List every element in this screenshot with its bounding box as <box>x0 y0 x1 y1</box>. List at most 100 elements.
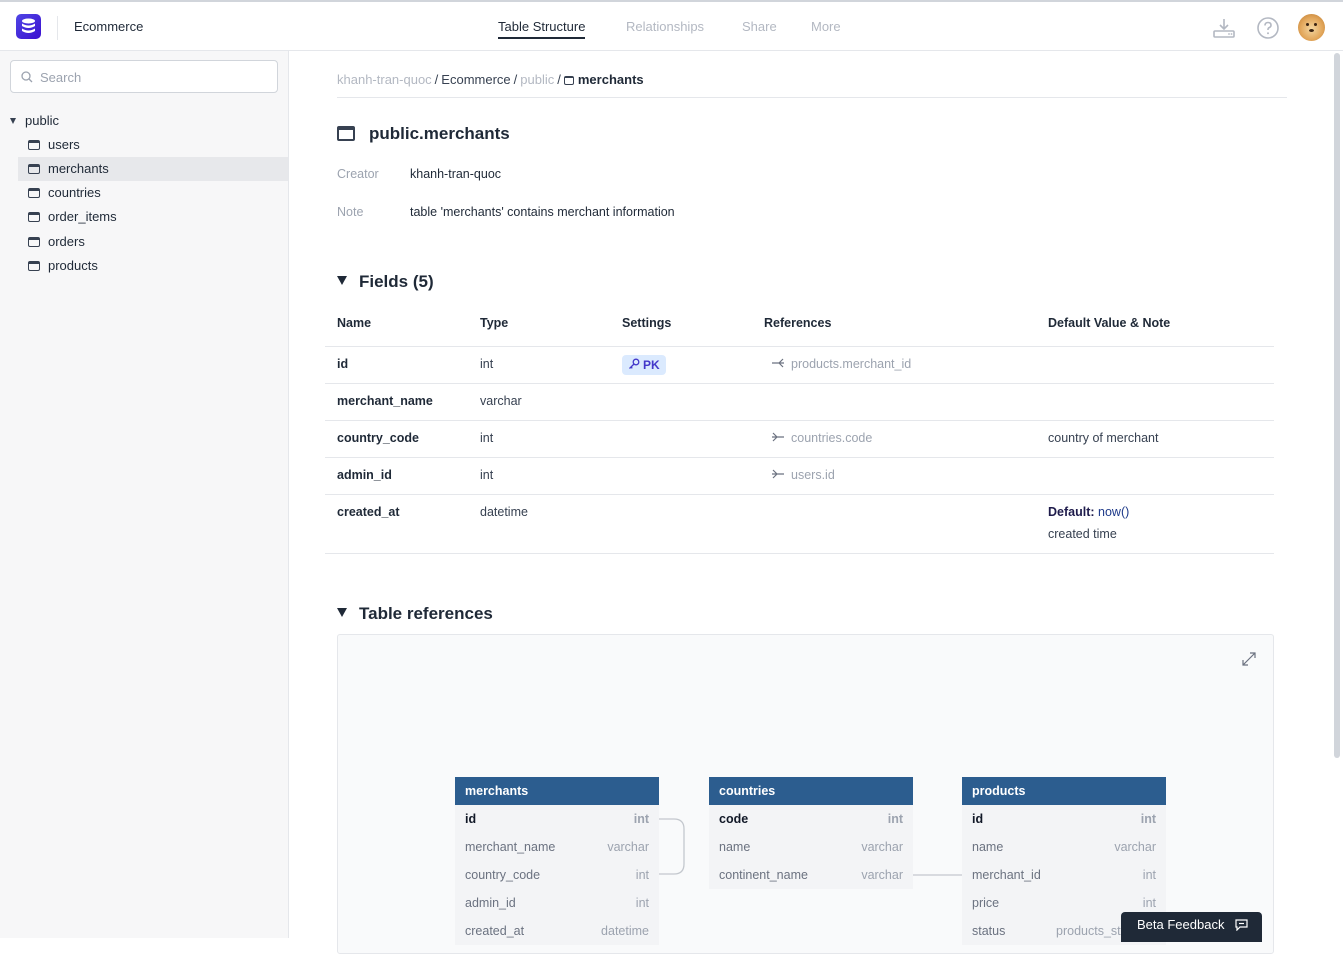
reference-link: users.id <box>791 468 835 482</box>
caret-down-icon <box>337 608 347 617</box>
column-header-references: References <box>764 316 832 330</box>
field-type: int <box>480 357 494 371</box>
pk-badge: PK <box>622 355 666 375</box>
app-logo[interactable] <box>16 14 41 39</box>
field-name: country_code <box>337 431 419 445</box>
sidebar-item-orders[interactable]: orders <box>18 230 288 254</box>
column-type: products_st <box>1056 924 1121 938</box>
field-reference[interactable]: products.merchant_id <box>771 357 911 371</box>
table-row: admin_id int users.id <box>325 457 1274 494</box>
search-icon <box>21 71 33 83</box>
many-to-one-icon <box>772 432 784 442</box>
diagram-column[interactable]: country_code int <box>455 861 659 889</box>
column-type: int <box>1140 812 1156 826</box>
diagram-column[interactable]: merchant_id int <box>962 861 1166 889</box>
column-name: created_at <box>465 924 525 938</box>
column-name: status <box>972 924 1006 938</box>
download-icon[interactable] <box>1212 16 1236 40</box>
sidebar-item-merchants[interactable]: merchants <box>18 157 288 181</box>
breadcrumb: khanh-tran-quoc / Ecommerce / public / merchan… <box>337 72 644 87</box>
breadcrumb-divider <box>337 97 1287 98</box>
column-type: varchar <box>1114 840 1156 854</box>
column-header-default-note: Default Value & Note <box>1048 316 1171 330</box>
project-name: Ecommerce <box>74 19 144 34</box>
table-icon <box>28 212 40 222</box>
sidebar-item-products[interactable]: products <box>18 254 288 278</box>
sidebar-item-countries[interactable]: countries <box>18 181 288 205</box>
diagram-column[interactable]: continent_name varchar <box>709 861 913 889</box>
field-type: int <box>480 468 494 482</box>
breadcrumb-schema[interactable]: public <box>520 72 554 87</box>
diagram-column[interactable]: created_at datetime <box>455 917 659 945</box>
table-icon <box>28 140 40 150</box>
diagram-table-header: countries <box>709 777 913 805</box>
one-to-many-icon <box>772 358 784 368</box>
column-name: continent_name <box>719 868 808 882</box>
column-name: id <box>465 812 477 826</box>
caret-down-icon <box>337 276 347 285</box>
search-box <box>10 60 278 93</box>
database-icon <box>22 18 35 33</box>
key-icon <box>629 358 640 369</box>
column-header-type: Type <box>480 316 509 330</box>
diagram-column[interactable]: name varchar <box>962 833 1166 861</box>
diagram-table-header: merchants <box>455 777 659 805</box>
references-diagram[interactable]: merchants id int merchant_name varchar cou… <box>337 634 1274 954</box>
sidebar-item-order-items[interactable]: order_items <box>18 205 288 229</box>
creator-label: Creator <box>337 167 379 181</box>
column-name: code <box>719 812 749 826</box>
table-bottom-border <box>325 553 1274 554</box>
sidebar-item-label: countries <box>48 185 101 200</box>
fields-section-toggle[interactable]: Fields (5) <box>337 272 434 292</box>
diagram-column[interactable]: merchant_name varchar <box>455 833 659 861</box>
field-reference[interactable]: countries.code <box>771 431 872 445</box>
column-type: datetime <box>601 924 649 938</box>
field-reference[interactable]: users.id <box>771 468 835 482</box>
sidebar-item-label: users <box>48 137 80 152</box>
field-note: country of merchant <box>1048 431 1159 445</box>
column-name: merchant_id <box>972 868 1041 882</box>
diagram-table-countries[interactable]: countries code int name varchar continent_… <box>709 777 913 889</box>
diagram-column[interactable]: id int <box>455 805 659 833</box>
note-value: table 'merchants' contains merchant info… <box>410 205 675 219</box>
avatar[interactable] <box>1298 14 1325 41</box>
sidebar-item-label: orders <box>48 234 85 249</box>
diagram-column[interactable]: code int <box>709 805 913 833</box>
tab-table-structure[interactable]: Table Structure <box>498 19 586 39</box>
table-icon <box>28 237 40 247</box>
diagram-column[interactable]: admin_id int <box>455 889 659 917</box>
help-icon[interactable] <box>1256 16 1280 40</box>
tab-share[interactable]: Share <box>742 19 777 34</box>
breadcrumb-owner[interactable]: khanh-tran-quoc <box>337 72 432 87</box>
column-name: id <box>972 812 984 826</box>
diagram-column[interactable]: id int <box>962 805 1166 833</box>
column-type: int <box>1142 868 1156 882</box>
sidebar: public users merchants countries order_i… <box>0 51 289 938</box>
column-name: country_code <box>465 868 541 882</box>
fields-heading: Fields (5) <box>359 272 434 291</box>
field-note: created time <box>1048 527 1117 541</box>
sidebar-item-users[interactable]: users <box>18 133 288 157</box>
column-name: admin_id <box>465 896 516 910</box>
chat-icon <box>1235 919 1248 931</box>
schema-node-public[interactable]: public <box>10 113 59 128</box>
breadcrumb-separator: / <box>434 72 439 87</box>
diagram-table-merchants[interactable]: merchants id int merchant_name varchar cou… <box>455 777 659 945</box>
page-scrollbar[interactable] <box>1334 53 1340 758</box>
breadcrumb-project[interactable]: Ecommerce <box>441 72 510 87</box>
tab-more[interactable]: More <box>811 19 841 34</box>
beta-feedback-label: Beta Feedback <box>1137 917 1225 932</box>
column-type: varchar <box>861 840 903 854</box>
creator-value: khanh-tran-quoc <box>410 167 502 181</box>
pk-label: PK <box>643 358 660 372</box>
table-icon <box>28 188 40 198</box>
search-input[interactable] <box>40 67 270 87</box>
column-name: merchant_name <box>465 840 556 854</box>
diagram-column[interactable]: name varchar <box>709 833 913 861</box>
column-name: price <box>972 896 1000 910</box>
tab-relationships[interactable]: Relationships <box>626 19 704 34</box>
references-section-toggle[interactable]: Table references <box>337 604 493 624</box>
sidebar-item-label: order_items <box>48 209 117 224</box>
field-name: admin_id <box>337 468 392 482</box>
sidebar-item-label: products <box>48 258 98 273</box>
